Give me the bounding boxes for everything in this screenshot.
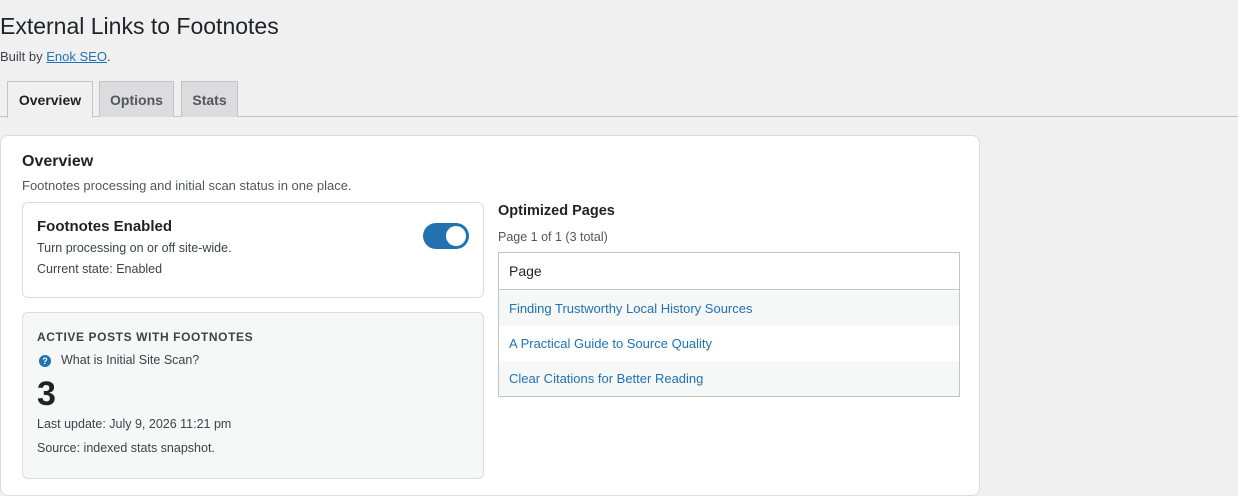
table-row: Clear Citations for Better Reading: [499, 361, 959, 396]
overview-description: Footnotes processing and initial scan st…: [22, 178, 352, 193]
footnotes-enabled-description: Turn processing on or off site-wide.: [37, 241, 232, 255]
optimized-pages-title: Optimized Pages: [498, 203, 615, 219]
optimized-pages-table: Page Finding Trustworthy Local History S…: [498, 252, 960, 397]
built-by-line: Built by Enok SEO.: [0, 48, 111, 66]
active-posts-heading: ACTIVE POSTS WITH FOOTNOTES: [37, 330, 254, 344]
table-row: Finding Trustworthy Local History Source…: [499, 291, 959, 326]
tab-options[interactable]: Options: [99, 81, 174, 117]
footnotes-current-state: Current state: Enabled: [37, 262, 163, 276]
tab-overview[interactable]: Overview: [7, 81, 93, 118]
active-posts-panel: ACTIVE POSTS WITH FOOTNOTES ? What is In…: [22, 312, 484, 479]
question-circle-icon[interactable]: ?: [39, 355, 51, 367]
enok-seo-link[interactable]: Enok SEO: [46, 49, 107, 64]
last-update-text: Last update: July 9, 2026 11:21 pm: [37, 417, 232, 431]
footnotes-enabled-panel: Footnotes Enabled Turn processing on or …: [22, 202, 484, 298]
overview-card: Overview Footnotes processing and initia…: [0, 135, 980, 496]
page-link[interactable]: A Practical Guide to Source Quality: [509, 336, 712, 351]
page-link[interactable]: Clear Citations for Better Reading: [509, 371, 703, 386]
active-posts-count: 3: [37, 375, 56, 413]
footnotes-toggle-switch[interactable]: [423, 223, 469, 249]
footnotes-enabled-title: Footnotes Enabled: [37, 218, 172, 235]
tab-bar: Overview Options Stats: [0, 81, 1238, 118]
built-by-prefix: Built by: [0, 49, 47, 64]
initial-site-scan-help[interactable]: What is Initial Site Scan?: [61, 353, 199, 367]
page-title: External Links to Footnotes: [0, 13, 279, 39]
built-by-suffix: .: [106, 49, 111, 64]
page-link[interactable]: Finding Trustworthy Local History Source…: [509, 301, 752, 316]
tab-stats[interactable]: Stats: [181, 81, 238, 117]
settings-page: External Links to Footnotes Built by Eno…: [0, 0, 1238, 496]
source-text: Source: indexed stats snapshot.: [37, 441, 215, 455]
overview-title: Overview: [22, 153, 94, 170]
toggle-knob: [446, 226, 466, 246]
table-row: A Practical Guide to Source Quality: [499, 326, 959, 361]
optimized-pages-pager: Page 1 of 1 (3 total): [498, 230, 608, 244]
table-header-page: Page: [499, 253, 959, 290]
